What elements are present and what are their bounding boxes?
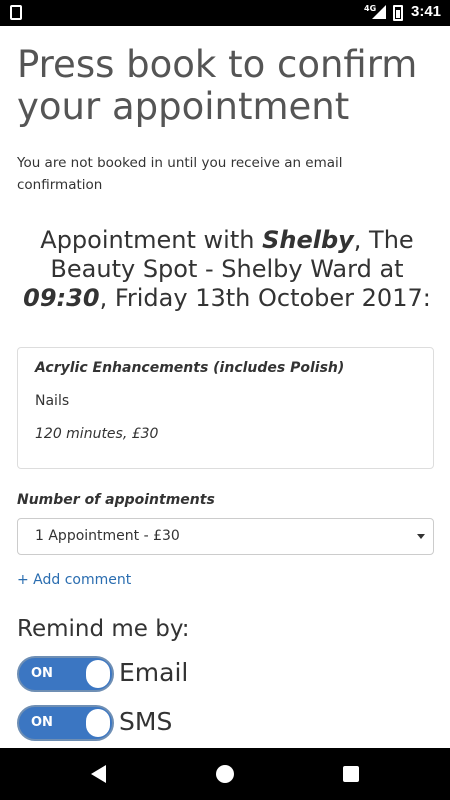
sms-reminder-toggle[interactable]: ON (17, 705, 114, 741)
appointment-date: , Friday 13th October 2017: (99, 284, 431, 312)
appointment-prefix: Appointment with (40, 226, 263, 254)
number-of-appointments-select[interactable]: 1 Appointment - £30 (17, 518, 434, 555)
battery-icon (393, 5, 403, 21)
home-icon[interactable] (216, 765, 234, 783)
toggle-knob (86, 709, 110, 737)
remind-me-label: Remind me by: (17, 616, 190, 642)
staff-name: Shelby (262, 226, 354, 254)
recent-apps-icon[interactable] (343, 766, 359, 782)
number-of-appointments-label: Number of appointments (17, 492, 215, 508)
back-icon[interactable] (91, 765, 106, 783)
status-bar: 4G 3:41 (0, 0, 450, 26)
sms-reminder-label: SMS (119, 707, 173, 736)
selected-option: 1 Appointment - £30 (35, 528, 180, 544)
page-title: Press book to confirm your appointment (17, 43, 418, 128)
booking-page: Press book to confirm your appointment Y… (0, 26, 450, 748)
email-reminder-toggle[interactable]: ON (17, 656, 114, 692)
signal-icon (372, 5, 386, 19)
navigation-bar (0, 748, 450, 800)
email-reminder-label: Email (119, 658, 189, 687)
toggle-state-label: ON (31, 715, 53, 730)
add-comment-link[interactable]: + Add comment (17, 572, 131, 588)
appointment-time: 09:30 (23, 284, 100, 312)
service-card: Acrylic Enhancements (includes Polish) N… (17, 347, 434, 469)
clock: 3:41 (411, 3, 442, 20)
sd-card-icon (10, 5, 22, 20)
dropdown-caret-icon (417, 534, 425, 539)
toggle-knob (86, 660, 110, 688)
appointment-summary: Appointment with Shelby, The Beauty Spot… (20, 226, 434, 313)
toggle-state-label: ON (31, 666, 53, 681)
booking-notice: You are not booked in until you receive … (17, 155, 343, 193)
service-category: Nails (35, 393, 70, 409)
service-duration-price: 120 minutes, £30 (35, 426, 159, 442)
service-name: Acrylic Enhancements (includes Polish) (35, 360, 345, 376)
